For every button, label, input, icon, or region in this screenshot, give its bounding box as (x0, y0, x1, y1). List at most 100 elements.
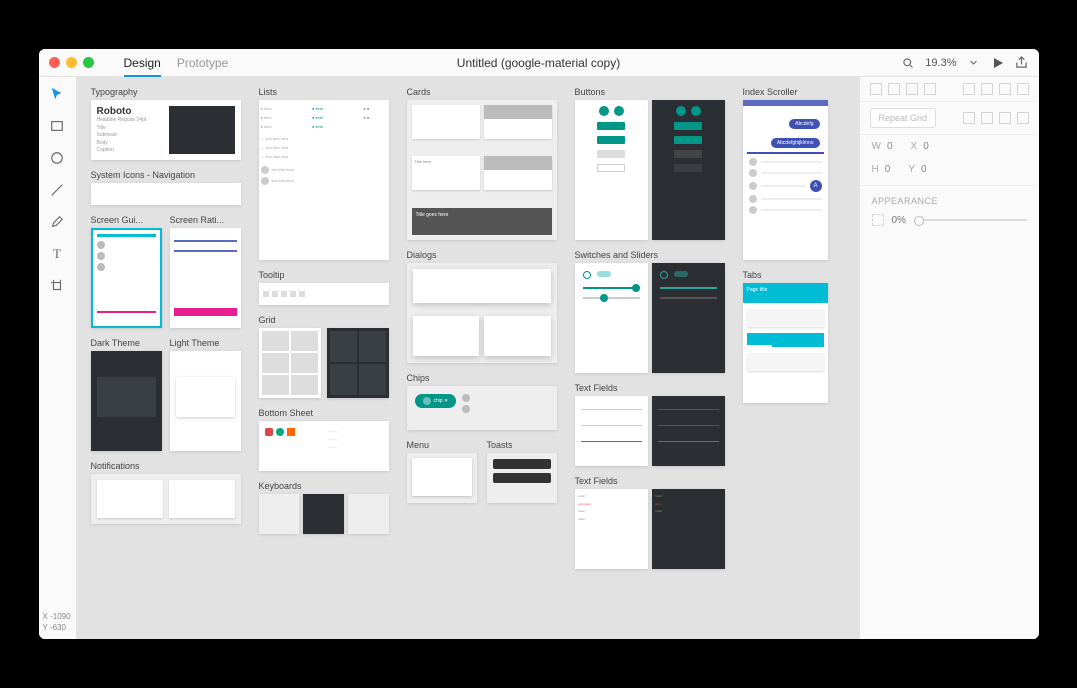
artboard-label[interactable]: Switches and Sliders (575, 250, 725, 260)
artboard-grid-light[interactable] (259, 328, 321, 398)
artboard-buttons-light[interactable] (575, 100, 648, 240)
artboard-textfields-dark[interactable] (652, 396, 725, 466)
artboard-label[interactable]: System Icons - Navigation (91, 170, 241, 180)
minimize-button[interactable] (66, 57, 77, 68)
artboard-dark-theme[interactable] (91, 351, 162, 451)
artboard-textfields2-light[interactable]: labelerror textlabellabel (575, 489, 648, 569)
opacity-value[interactable]: 0% (892, 215, 906, 226)
artboard-label[interactable]: Keyboards (259, 481, 389, 491)
repeat-grid-button[interactable]: Repeat Grid (870, 108, 937, 128)
align-group-2 (963, 83, 1029, 95)
artboard-bottom-sheet[interactable]: — —— —— — (259, 421, 389, 471)
artboard-tool[interactable] (48, 277, 66, 295)
artboard-buttons-dark[interactable] (652, 100, 725, 240)
artboard-label[interactable]: Dialogs (407, 250, 557, 260)
artboard-index-scroller[interactable]: Abcdefg Abcdefghijklmno A (743, 100, 828, 260)
artboard-label[interactable]: Typography (91, 87, 241, 97)
artboard-switches-light[interactable] (575, 263, 648, 373)
artboard-keyboard-light[interactable] (259, 494, 300, 534)
artboard-label[interactable]: Grid (259, 315, 389, 325)
align-right-icon[interactable] (906, 83, 918, 95)
artboard-switches-dark[interactable] (652, 263, 725, 373)
artboard-dialogs[interactable] (407, 263, 557, 363)
exclude-icon[interactable] (1017, 112, 1029, 124)
distribute-v-icon[interactable] (981, 83, 993, 95)
artboard-label[interactable]: Screen Gui... (91, 215, 162, 225)
height-value[interactable]: 0 (885, 164, 891, 175)
artboard-keyboard-dark[interactable] (303, 494, 344, 534)
artboard-label[interactable]: Chips (407, 373, 557, 383)
select-tool[interactable] (48, 85, 66, 103)
align-center-icon[interactable] (888, 83, 900, 95)
zoom-button[interactable] (83, 57, 94, 68)
rectangle-tool[interactable] (48, 117, 66, 135)
artboard-label[interactable]: Bottom Sheet (259, 408, 389, 418)
artboard-screen-ratio[interactable] (170, 228, 241, 328)
artboard-screen-guide[interactable] (91, 228, 162, 328)
distribute-h-icon[interactable] (963, 83, 975, 95)
artboard-grid-dark[interactable] (327, 328, 389, 398)
artboard-label[interactable]: Buttons (575, 87, 725, 97)
mode-tabs: Design Prototype (124, 49, 229, 77)
artboard-tooltip[interactable] (259, 283, 389, 305)
artboard-label[interactable]: Dark Theme (91, 338, 162, 348)
play-icon[interactable] (991, 56, 1005, 70)
width-value[interactable]: 0 (887, 141, 893, 152)
artboard-textfields2-dark[interactable]: labelerrorlabel (652, 489, 725, 569)
artboard-label[interactable]: Tabs (743, 270, 828, 280)
subtract-icon[interactable] (981, 112, 993, 124)
artboard-light-theme[interactable] (170, 351, 241, 451)
artboard-label[interactable]: Toasts (487, 440, 557, 450)
canvas[interactable]: Typography RobotoHeadline Regular 24ptTi… (77, 77, 859, 639)
artboard-cards[interactable]: Title here Title goes here (407, 100, 557, 240)
artboard-label[interactable]: Light Theme (170, 338, 241, 348)
artboard-typography[interactable]: RobotoHeadline Regular 24ptTitleSubheadB… (91, 100, 241, 160)
cursor-coords: X -1090 Y -630 (43, 612, 71, 633)
zoom-level[interactable]: 19.3% (925, 57, 956, 69)
artboard-label[interactable]: Text Fields (575, 383, 725, 393)
artboard-menu[interactable] (407, 453, 477, 503)
artboard-tabs[interactable]: Page title (743, 283, 828, 403)
artboard-notifications[interactable] (91, 474, 241, 524)
window-controls (39, 57, 94, 68)
artboard-chips[interactable]: chip ✕ (407, 386, 557, 430)
pen-tool[interactable] (48, 213, 66, 231)
align-left-icon[interactable] (870, 83, 882, 95)
app-window: Design Prototype Untitled (google-materi… (39, 49, 1039, 639)
artboard-toasts[interactable] (487, 453, 557, 503)
search-icon[interactable] (901, 56, 915, 70)
share-icon[interactable] (1015, 56, 1029, 70)
y-value[interactable]: 0 (921, 164, 927, 175)
chevron-down-icon[interactable] (967, 56, 981, 70)
artboard-label[interactable]: Notifications (91, 461, 241, 471)
artboard-label[interactable]: Cards (407, 87, 557, 97)
artboard-lists[interactable]: ● item● item● item● item● item● item■ ■■… (259, 100, 389, 260)
artboard-keyboard-alt[interactable] (348, 494, 389, 534)
ellipse-tool[interactable] (48, 149, 66, 167)
line-tool[interactable] (48, 181, 66, 199)
artboard-label[interactable]: Text Fields (575, 476, 725, 486)
inspector-panel: Repeat Grid W0 X0 H0 Y0 APPEARANCE 0% (859, 77, 1039, 639)
artboard-label[interactable]: Lists (259, 87, 389, 97)
titlebar-right: 19.3% (901, 56, 1028, 70)
close-button[interactable] (49, 57, 60, 68)
text-tool[interactable]: T (48, 245, 66, 263)
tab-prototype[interactable]: Prototype (177, 49, 228, 77)
artboard-label[interactable]: Index Scroller (743, 87, 828, 97)
artboard-label[interactable]: Menu (407, 440, 477, 450)
artboard-label[interactable]: Tooltip (259, 270, 389, 280)
union-icon[interactable] (963, 112, 975, 124)
align-top-icon[interactable] (924, 83, 936, 95)
intersect-icon[interactable] (999, 112, 1011, 124)
align-middle-icon[interactable] (999, 83, 1011, 95)
opacity-slider[interactable] (914, 219, 1027, 221)
x-value[interactable]: 0 (923, 141, 929, 152)
artboard-label[interactable]: Screen Rati... (170, 215, 241, 225)
artboard-sysicons[interactable] (91, 183, 241, 205)
appearance-header: APPEARANCE (860, 186, 1039, 210)
titlebar: Design Prototype Untitled (google-materi… (39, 49, 1039, 77)
tab-design[interactable]: Design (124, 49, 161, 77)
align-group-1 (870, 83, 936, 95)
artboard-textfields-light[interactable] (575, 396, 648, 466)
align-bottom-icon[interactable] (1017, 83, 1029, 95)
